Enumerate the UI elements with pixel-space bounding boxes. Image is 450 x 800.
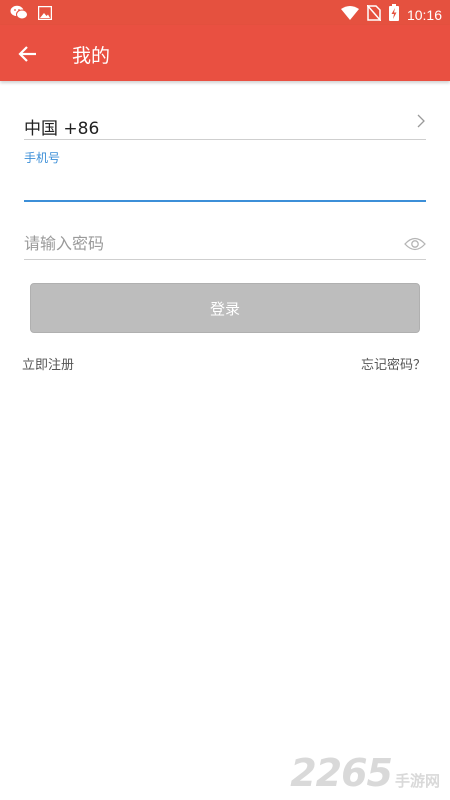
- status-right-icons: 10:16: [340, 4, 442, 25]
- no-sim-icon: [366, 4, 382, 25]
- country-code-selector[interactable]: 中国 +86: [24, 110, 426, 140]
- back-button[interactable]: [14, 40, 42, 68]
- phone-field-label: 手机号: [24, 151, 61, 165]
- status-time: 10:16: [406, 6, 442, 23]
- chevron-right-icon: [416, 112, 426, 134]
- login-button[interactable]: 登录: [30, 283, 420, 333]
- status-bar: 10:16: [0, 0, 450, 25]
- arrow-left-icon: [14, 46, 42, 72]
- app-toolbar: 我的: [0, 25, 450, 81]
- watermark-logo: 2265 手游网: [290, 754, 440, 792]
- watermark-number: 2265: [290, 751, 393, 795]
- wifi-icon: [340, 5, 359, 24]
- forgot-password-link[interactable]: 忘记密码？: [361, 354, 426, 373]
- phone-number-input[interactable]: [24, 168, 426, 202]
- register-link[interactable]: 立即注册: [22, 354, 74, 373]
- country-code-label: 中国 +86: [24, 119, 100, 139]
- battery-charging-icon: [388, 4, 399, 25]
- status-left-icons: [10, 5, 53, 24]
- page-title: 我的: [72, 45, 111, 67]
- show-password-eye-icon[interactable]: [404, 236, 426, 255]
- watermark-text: 手游网: [394, 772, 440, 790]
- wechat-icon: [10, 5, 28, 24]
- image-icon: [37, 5, 53, 24]
- password-input[interactable]: [24, 228, 426, 260]
